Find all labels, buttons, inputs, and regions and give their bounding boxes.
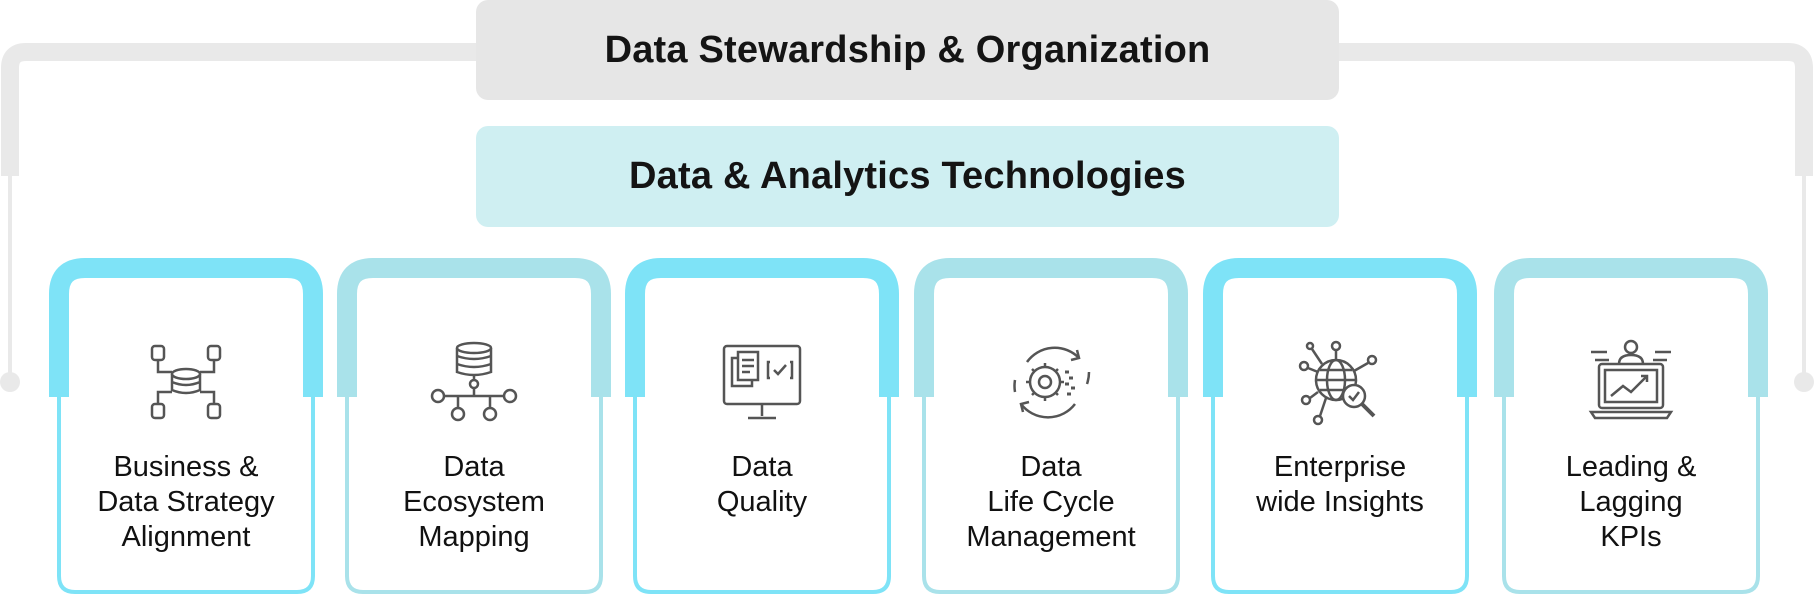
technologies-banner: Data & Analytics Technologies <box>476 126 1339 227</box>
stewardship-title: Data Stewardship & Organization <box>604 28 1211 71</box>
pillar-label: Data Ecosystem Mapping <box>349 450 599 555</box>
pillar-label-line: Management <box>966 521 1136 553</box>
pillar-label: Data Quality <box>637 450 887 520</box>
pillar-ecosystem-mapping: Data Ecosystem Mapping <box>337 258 611 598</box>
pillar-label-line: wide Insights <box>1256 486 1424 518</box>
pillar-label-line: Data <box>443 451 505 483</box>
pillar-label: Business & Data Strategy Alignment <box>61 450 311 555</box>
pillar-label-line: Data <box>1020 451 1082 483</box>
pillar-frame <box>625 258 899 594</box>
pillar-lifecycle-management: Data Life Cycle Management <box>914 258 1188 598</box>
database-network-icon <box>150 344 222 420</box>
pillar-label-line: Mapping <box>418 521 530 553</box>
pillar-data-quality: Data Quality <box>625 258 899 598</box>
pillar-label-line: Lagging <box>1579 486 1683 518</box>
pillar-label-line: Life Cycle <box>987 486 1115 518</box>
gear-cycle-icon <box>1013 346 1091 419</box>
pillar-leading-lagging-kpis: Leading & Lagging KPIs <box>1494 258 1768 598</box>
pillar-label-line: KPIs <box>1600 521 1662 553</box>
pillar-frame <box>1203 258 1477 594</box>
pillar-label-line: Data Strategy <box>97 486 275 518</box>
pillar-label-line: Enterprise <box>1273 451 1407 483</box>
pillar-label: Data Life Cycle Management <box>926 450 1176 555</box>
pillar-label: Leading & Lagging KPIs <box>1506 450 1756 555</box>
data-hierarchy-icon <box>430 341 518 422</box>
pillar-label-line: Quality <box>716 486 808 518</box>
pillar-enterprise-insights: Enterprise wide Insights <box>1203 258 1477 598</box>
pillar-business-strategy: Business & Data Strategy Alignment <box>49 258 323 598</box>
pillar-label-line: Alignment <box>121 521 251 553</box>
laptop-chart-icon <box>1588 339 1674 420</box>
globe-search-icon <box>1298 340 1378 426</box>
pillar-label-line: Data <box>731 451 793 483</box>
pillar-label-line: Business & <box>113 451 259 483</box>
technologies-title: Data & Analytics Technologies <box>629 155 1186 197</box>
pillar-label: Enterprise wide Insights <box>1215 450 1465 520</box>
monitor-checklist-icon <box>722 344 802 420</box>
pillar-label-line: Ecosystem <box>403 486 545 518</box>
pillar-label-line: Leading & <box>1565 451 1697 483</box>
stewardship-banner: Data Stewardship & Organization <box>476 0 1339 100</box>
